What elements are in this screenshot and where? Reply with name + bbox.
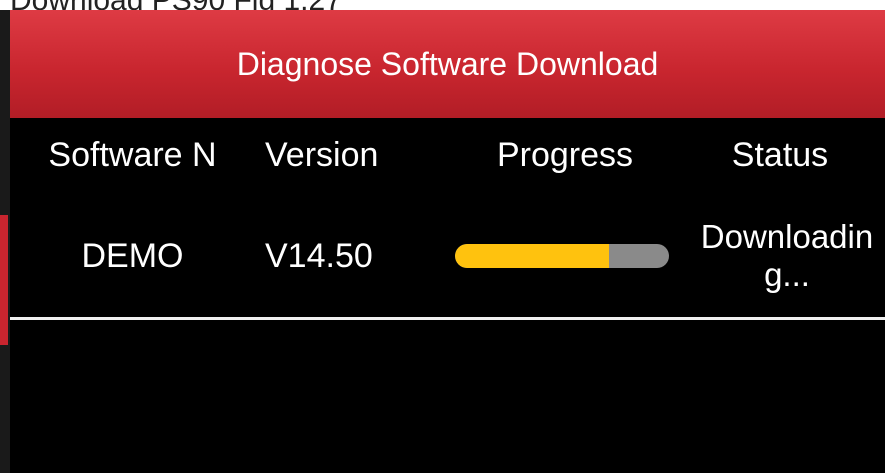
- screen-title: Diagnose Software Download: [236, 46, 659, 82]
- header-version: Version: [265, 136, 379, 174]
- cell-software: DEMO: [81, 236, 184, 275]
- table-row[interactable]: DEMO V14.50 Downloading...: [10, 193, 885, 319]
- title-bar: Diagnose Software Download: [10, 10, 885, 118]
- table-header: Software N Version Progress Status: [10, 118, 885, 193]
- cell-status: Downloading...: [700, 218, 874, 293]
- cell-version: V14.50: [265, 236, 373, 275]
- progress-bar-fill: [455, 244, 610, 268]
- header-software-name: Software N: [48, 136, 217, 174]
- row-divider: [10, 317, 885, 320]
- progress-bar: [455, 244, 669, 268]
- cell-progress: [455, 244, 675, 268]
- device-screen: Diagnose Software Download Software N Ve…: [10, 10, 885, 473]
- bezel-red-mark: [0, 215, 8, 345]
- header-status: Status: [731, 136, 829, 174]
- header-progress: Progress: [496, 136, 634, 174]
